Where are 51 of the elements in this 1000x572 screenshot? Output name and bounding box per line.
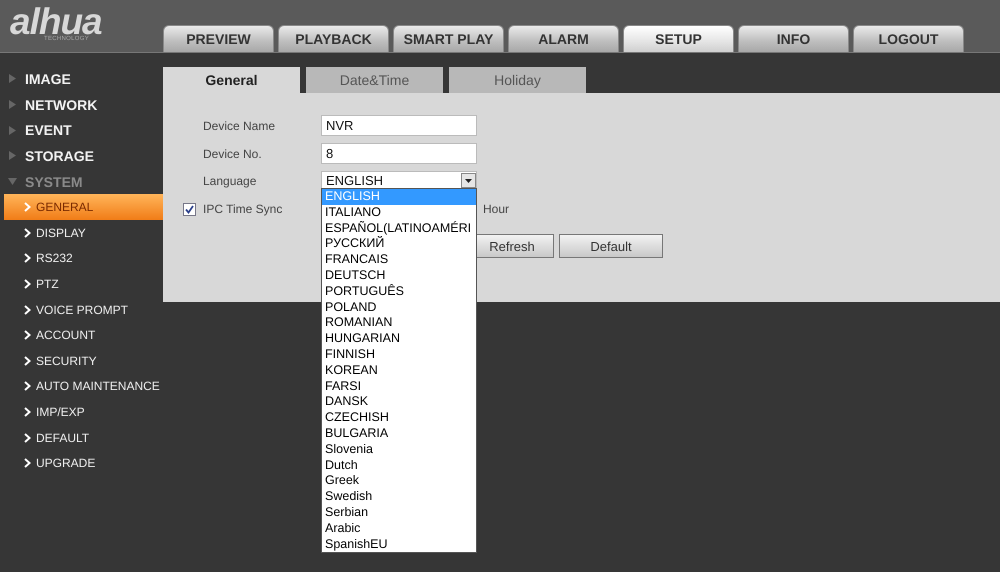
- triangle-right-icon: [8, 126, 17, 135]
- chevron-right-icon: [24, 458, 31, 468]
- chevron-right-icon: [24, 253, 31, 264]
- sidebar-item[interactable]: IMAGE: [0, 66, 163, 92]
- triangle-down-icon: [8, 177, 17, 186]
- sidebar-subitem[interactable]: ACCOUNT: [4, 322, 163, 348]
- sidebar-subitem[interactable]: DISPLAY: [4, 220, 163, 246]
- unit-label: Hour: [483, 202, 510, 216]
- sidebar-subitem[interactable]: PTZ: [4, 271, 163, 297]
- sidebar-subitem[interactable]: RS232: [4, 246, 163, 272]
- input-field[interactable]: NVR: [321, 115, 477, 136]
- sidebar-subitem[interactable]: DEFAULT: [4, 424, 163, 450]
- chevron-right-icon: [24, 330, 31, 340]
- triangle-right-icon: [8, 151, 17, 160]
- checkbox-label: IPC Time Sync: [203, 202, 282, 216]
- main-tab[interactable]: ALARM: [508, 25, 619, 52]
- chevron-right-icon: [24, 279, 31, 290]
- chevron-right-icon: [24, 381, 31, 392]
- sidebar-item[interactable]: EVENT: [0, 117, 163, 144]
- sub-tab[interactable]: Holiday: [449, 67, 586, 93]
- sidebar-subitem[interactable]: AUTO MAINTENANCE: [4, 374, 163, 400]
- field-label: Device Name: [203, 119, 276, 133]
- sidebar-subitem[interactable]: IMP/EXP: [4, 399, 163, 425]
- chevron-right-icon: [24, 304, 31, 315]
- input-field[interactable]: 8: [321, 143, 477, 164]
- sidebar-item[interactable]: STORAGE: [0, 143, 163, 169]
- main-tab[interactable]: PLAYBACK: [278, 25, 389, 52]
- sidebar-item[interactable]: NETWORK: [0, 92, 163, 118]
- sub-tab[interactable]: General: [163, 67, 300, 93]
- triangle-right-icon: [8, 100, 17, 110]
- sidebar-item[interactable]: SYSTEM: [0, 168, 163, 194]
- main-tab[interactable]: PREVIEW: [163, 25, 274, 52]
- field-label: Device No.: [203, 147, 262, 161]
- main-tab[interactable]: LOGOUT: [853, 25, 964, 52]
- sidebar-subitem[interactable]: UPGRADE: [4, 450, 163, 476]
- default-button[interactable]: Default: [559, 234, 663, 258]
- chevron-right-icon: [24, 202, 31, 212]
- main-tab[interactable]: SETUP: [623, 25, 734, 52]
- chevron-right-icon: [24, 406, 31, 417]
- checkbox[interactable]: [183, 203, 196, 216]
- sidebar-subitem[interactable]: VOICE PROMPT: [4, 296, 163, 322]
- sidebar-subitem[interactable]: SECURITY: [4, 348, 163, 374]
- field-label: Language: [203, 174, 256, 188]
- chevron-right-icon: [24, 356, 31, 366]
- sub-tab[interactable]: Date&Time: [306, 67, 443, 93]
- triangle-right-icon: [8, 74, 17, 84]
- main-tab[interactable]: INFO: [738, 25, 849, 52]
- chevron-right-icon: [24, 228, 31, 238]
- chevron-right-icon: [24, 432, 31, 443]
- sidebar-subitem[interactable]: GENERAL: [4, 194, 163, 220]
- main-tab[interactable]: SMART PLAY: [393, 25, 504, 52]
